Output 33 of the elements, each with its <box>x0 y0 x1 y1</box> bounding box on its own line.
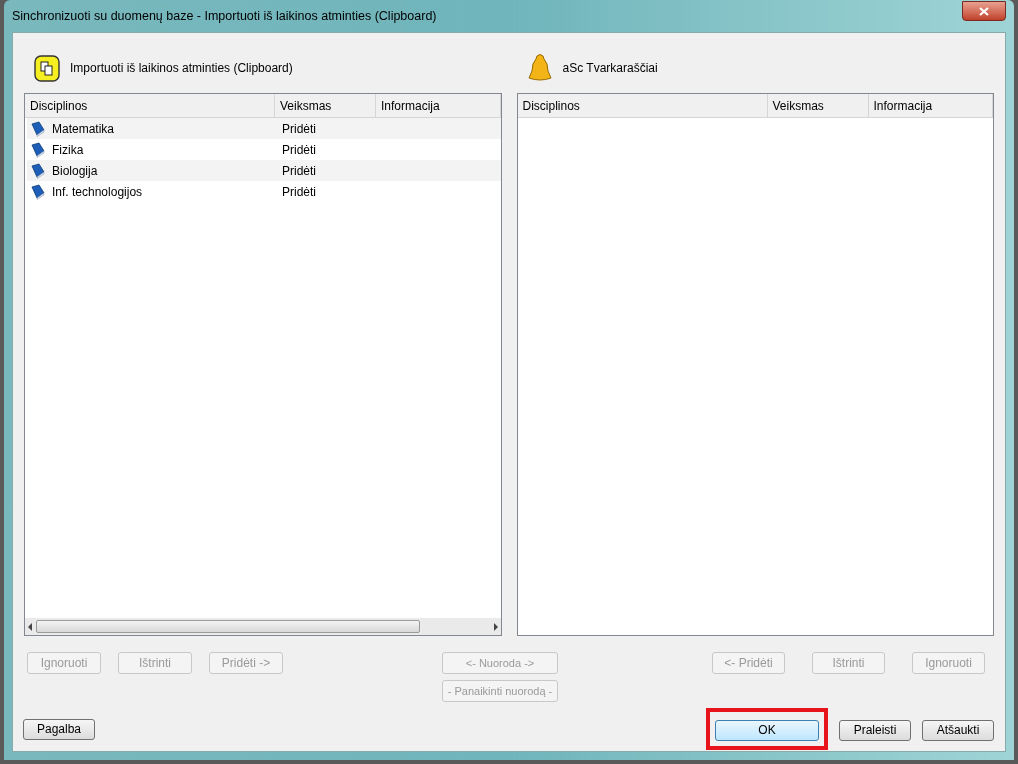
table-cell-text: Pridėti <box>281 183 316 201</box>
dialog-button[interactable]: OK <box>715 719 819 741</box>
panel-title: aSc Tvarkaraščiai <box>562 60 658 77</box>
table-cell-text: Biologija <box>52 162 98 180</box>
column-header[interactable]: Veiksmas <box>275 94 376 117</box>
close-icon <box>979 6 989 16</box>
table-cell-text: Fizika <box>52 141 84 159</box>
scroll-left-icon[interactable] <box>28 622 32 631</box>
dialog-button[interactable]: Praleisti <box>839 719 911 741</box>
bell-icon <box>526 53 553 83</box>
column-header[interactable]: Veiksmas <box>767 94 869 117</box>
book-icon <box>30 183 46 200</box>
scroll-thumb[interactable] <box>36 620 420 633</box>
book-icon <box>30 162 46 179</box>
close-button[interactable] <box>962 1 1006 21</box>
column-header[interactable]: Informacija <box>376 94 501 117</box>
book-icon <box>30 120 46 137</box>
table-cell-text: Pridėti <box>281 162 316 180</box>
scroll-right-icon[interactable] <box>493 622 498 631</box>
table-cell-text: Matematika <box>52 120 115 138</box>
help-button[interactable]: Pagalba <box>23 718 95 740</box>
clipboard-database-icon <box>34 53 60 83</box>
panel-title: Importuoti iš laikinos atminties (Clipboard) <box>70 60 293 77</box>
table-cell-text: Pridėti <box>281 141 316 159</box>
table-cell-text: Pridėti <box>281 120 316 138</box>
column-header[interactable]: Informacija <box>868 94 993 117</box>
book-icon <box>30 141 46 158</box>
table-cell-text: Inf. technologijos <box>52 183 143 201</box>
column-header[interactable]: Disciplinos <box>25 94 275 117</box>
window-title: Sinchronizuoti su duomenų baze - Importuoti iš laikinos atminties (Clipboard) <box>12 7 437 25</box>
horizontal-scrollbar[interactable] <box>25 618 501 635</box>
dialog-button[interactable]: Atšaukti <box>922 719 994 741</box>
column-header[interactable]: Disciplinos <box>517 94 768 117</box>
